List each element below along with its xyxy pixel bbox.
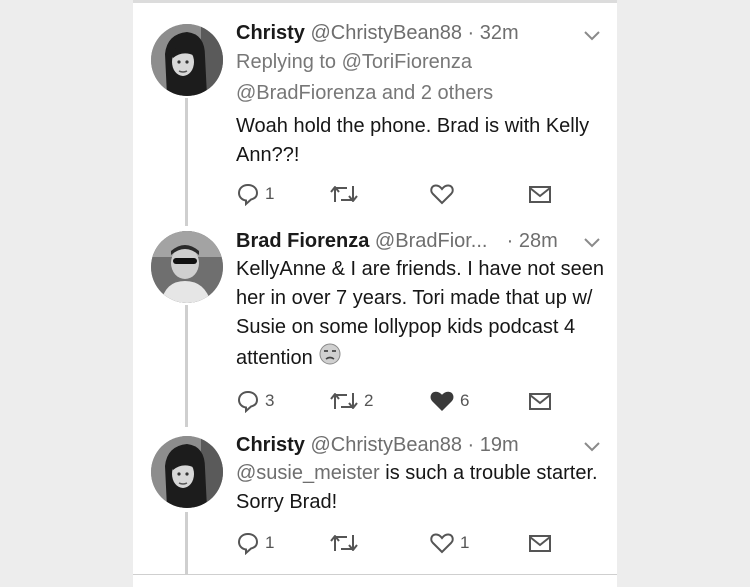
like-count: 1 xyxy=(460,533,470,552)
retweet-button[interactable]: 2 xyxy=(329,386,373,416)
reply-target-mention[interactable]: @ToriFiorenza xyxy=(342,51,472,73)
reply-count: 1 xyxy=(265,533,275,552)
top-divider xyxy=(133,0,617,3)
share-button[interactable] xyxy=(528,528,552,558)
tweet-text: Woah hold the phone. Brad is with Kelly … xyxy=(236,115,590,166)
like-button[interactable]: 6 xyxy=(429,386,469,416)
thread-connector-line xyxy=(185,512,188,574)
reply-count: 1 xyxy=(265,184,275,203)
display-name[interactable]: Brad Fiorenza xyxy=(236,230,369,252)
user-mention[interactable]: @susie_meister xyxy=(236,462,380,484)
tweet-actions: 1 xyxy=(236,179,576,209)
chevron-down-icon[interactable] xyxy=(583,29,601,41)
display-name[interactable]: Christy xyxy=(236,434,305,456)
retweet-button[interactable] xyxy=(329,528,364,558)
heart-filled-icon xyxy=(430,391,454,412)
replying-to-line: Replying to @ToriFiorenza xyxy=(236,49,472,76)
heart-icon xyxy=(430,533,454,554)
envelope-icon xyxy=(529,393,551,410)
retweet-icon xyxy=(330,535,358,551)
envelope-icon xyxy=(529,186,551,203)
user-handle[interactable]: @ChristyBean88 xyxy=(310,22,461,44)
envelope-icon xyxy=(529,535,551,552)
like-button[interactable]: 1 xyxy=(429,528,469,558)
reply-mention[interactable]: @BradFiorenza xyxy=(236,82,376,104)
separator-dot: · xyxy=(506,230,514,252)
bottom-divider xyxy=(133,574,617,575)
avatar[interactable] xyxy=(151,231,223,303)
unamused-face-emoji xyxy=(318,342,342,375)
reply-button[interactable]: 1 xyxy=(236,528,274,558)
timestamp[interactable]: 32m xyxy=(480,22,519,44)
share-button[interactable] xyxy=(528,179,552,209)
retweet-count: 2 xyxy=(364,391,374,410)
thread-connector-line xyxy=(185,98,188,226)
timestamp[interactable]: 28m xyxy=(519,230,558,252)
thread-card: Christy @ChristyBean88 · 32m Replying to… xyxy=(133,0,617,587)
tweet-actions: 3 2 6 xyxy=(236,386,576,416)
like-count: 6 xyxy=(460,391,470,410)
user-handle[interactable]: @BradFior... xyxy=(375,230,488,252)
retweet-icon xyxy=(330,393,358,409)
replying-to-others-line: @BradFiorenza and 2 others xyxy=(236,80,493,107)
display-name[interactable]: Christy xyxy=(236,22,305,44)
tweet-header: Brad Fiorenza @BradFior... · 28m xyxy=(236,229,558,253)
reply-icon xyxy=(237,532,259,555)
reply-count: 3 xyxy=(265,391,275,410)
tweet-actions: 1 1 xyxy=(236,528,576,558)
chevron-down-icon[interactable] xyxy=(583,236,601,248)
reply-button[interactable]: 3 xyxy=(236,386,274,416)
retweet-button[interactable] xyxy=(329,179,364,209)
avatar[interactable] xyxy=(151,24,223,96)
replying-to-label: Replying to xyxy=(236,51,337,73)
tweet-text-content: KellyAnne & I are friends. I have not se… xyxy=(236,258,604,369)
user-handle[interactable]: @ChristyBean88 xyxy=(310,434,461,456)
tweet-text: @susie_meister is such a trouble starter… xyxy=(236,459,606,517)
share-button[interactable] xyxy=(528,386,552,416)
reply-icon xyxy=(237,390,259,413)
reply-button[interactable]: 1 xyxy=(236,179,274,209)
timestamp[interactable]: 19m xyxy=(480,434,519,456)
reply-others-link[interactable]: and 2 others xyxy=(376,82,493,104)
separator-dot: · xyxy=(467,434,475,456)
tweet-header: Christy @ChristyBean88 · 32m xyxy=(236,21,519,45)
avatar[interactable] xyxy=(151,436,223,508)
tweet-header: Christy @ChristyBean88 · 19m xyxy=(236,433,519,457)
retweet-icon xyxy=(330,186,358,202)
like-button[interactable] xyxy=(429,179,460,209)
chevron-down-icon[interactable] xyxy=(583,440,601,452)
separator-dot: · xyxy=(467,22,475,44)
tweet-text: KellyAnne & I are friends. I have not se… xyxy=(236,255,606,375)
heart-icon xyxy=(430,184,454,205)
reply-icon xyxy=(237,183,259,206)
thread-connector-line xyxy=(185,305,188,427)
